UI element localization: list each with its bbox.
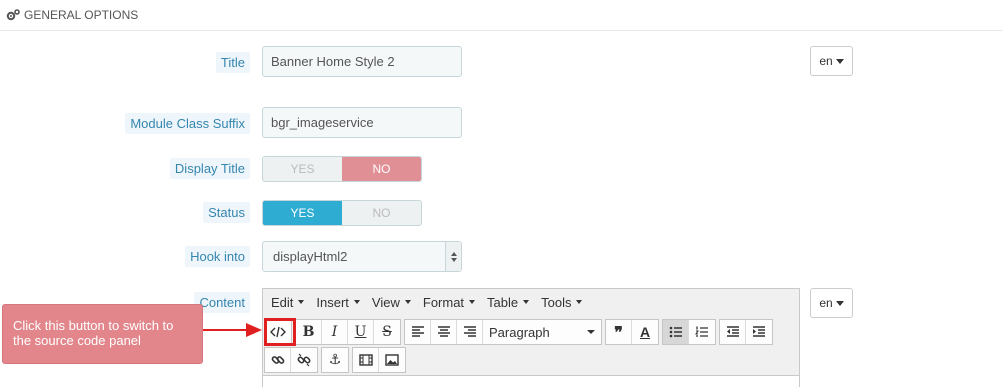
status-label: Status bbox=[203, 202, 250, 223]
unlink-icon bbox=[297, 353, 311, 367]
align-right-button[interactable] bbox=[457, 320, 483, 344]
anchor-button[interactable]: ⚓ bbox=[322, 348, 348, 372]
text-color-icon: A bbox=[639, 324, 651, 340]
bold-icon: B bbox=[302, 324, 315, 340]
caret-down-icon bbox=[587, 330, 595, 334]
film-icon bbox=[358, 354, 373, 366]
menu-tools[interactable]: Tools bbox=[535, 295, 588, 310]
format-select-value: Paragraph bbox=[489, 324, 550, 340]
select-arrows-icon bbox=[445, 242, 461, 271]
source-code-icon bbox=[270, 326, 286, 338]
cogs-icon bbox=[6, 9, 20, 21]
strikethrough-icon: S bbox=[382, 324, 392, 340]
caret-down-icon bbox=[404, 300, 411, 304]
display-title-yes[interactable]: YES bbox=[263, 157, 342, 181]
align-right-icon bbox=[463, 326, 476, 337]
menu-edit[interactable]: Edit bbox=[265, 295, 310, 310]
menu-format[interactable]: Format bbox=[417, 295, 481, 310]
display-title-label: Display Title bbox=[169, 158, 250, 179]
menu-table[interactable]: Table bbox=[481, 295, 535, 310]
underline-button[interactable]: U bbox=[348, 320, 374, 344]
insert-link-button[interactable] bbox=[265, 348, 291, 372]
blockquote-icon: ❞ bbox=[614, 322, 623, 342]
align-center-icon bbox=[437, 326, 450, 337]
suffix-input[interactable]: bgr_imageservice bbox=[262, 107, 462, 138]
editor-toolbar-row-1: B I U S Paragraph ❞ A bbox=[263, 319, 776, 345]
display-title-no[interactable]: NO bbox=[342, 157, 421, 181]
insert-image-button[interactable] bbox=[379, 348, 405, 372]
caret-down-icon bbox=[523, 300, 530, 304]
arrow-right-icon bbox=[246, 323, 262, 337]
italic-icon: I bbox=[331, 324, 338, 340]
caret-down-icon bbox=[835, 300, 844, 306]
align-left-button[interactable] bbox=[405, 320, 431, 344]
unlink-button[interactable] bbox=[291, 348, 317, 372]
annotation-arrow bbox=[203, 329, 249, 331]
caret-down-icon bbox=[576, 300, 583, 304]
menu-insert[interactable]: Insert bbox=[310, 295, 366, 310]
annotation-callout: Click this button to switch to the sourc… bbox=[2, 304, 203, 364]
insert-video-button[interactable] bbox=[353, 348, 379, 372]
content-language-button[interactable]: en bbox=[810, 288, 853, 318]
indent-icon bbox=[753, 326, 765, 337]
title-input[interactable]: Banner Home Style 2 bbox=[262, 46, 462, 77]
numbered-list-icon bbox=[695, 326, 708, 337]
status-switch[interactable]: YES NO bbox=[262, 200, 422, 226]
text-color-button[interactable]: A bbox=[632, 320, 658, 344]
caret-down-icon bbox=[298, 300, 305, 304]
underline-icon: U bbox=[354, 324, 367, 340]
outdent-button[interactable] bbox=[720, 320, 746, 344]
numbered-list-button[interactable] bbox=[689, 320, 715, 344]
anchor-icon: ⚓ bbox=[328, 352, 342, 368]
align-center-button[interactable] bbox=[431, 320, 457, 344]
title-label: Title bbox=[215, 52, 250, 73]
editor-content-area[interactable] bbox=[263, 375, 799, 387]
italic-button[interactable]: I bbox=[322, 320, 348, 344]
align-left-icon bbox=[411, 326, 424, 337]
hook-select[interactable]: displayHtml2 bbox=[262, 241, 462, 272]
content-language-value: en bbox=[819, 296, 833, 310]
hook-select-value: displayHtml2 bbox=[273, 249, 348, 264]
bullet-list-icon bbox=[669, 326, 682, 338]
hook-label: Hook into bbox=[185, 246, 250, 267]
menu-view[interactable]: View bbox=[366, 295, 417, 310]
bullet-list-button[interactable] bbox=[663, 320, 689, 344]
image-icon bbox=[385, 354, 399, 366]
format-select[interactable]: Paragraph bbox=[483, 320, 601, 344]
link-icon bbox=[271, 356, 284, 364]
editor-toolbar-row-2: ⚓ bbox=[263, 347, 409, 373]
rich-text-editor: Edit Insert View Format Table Tools B I … bbox=[262, 288, 800, 387]
panel-title: GENERAL OPTIONS bbox=[24, 8, 139, 22]
display-title-switch[interactable]: YES NO bbox=[262, 156, 422, 182]
caret-down-icon bbox=[469, 300, 476, 304]
title-language-value: en bbox=[819, 54, 833, 68]
outdent-icon bbox=[726, 326, 739, 337]
status-no[interactable]: NO bbox=[342, 201, 421, 225]
status-yes[interactable]: YES bbox=[263, 201, 342, 225]
strikethrough-button[interactable]: S bbox=[374, 320, 400, 344]
panel-header: GENERAL OPTIONS bbox=[0, 0, 1002, 31]
source-code-button[interactable] bbox=[265, 320, 291, 344]
caret-down-icon bbox=[353, 300, 360, 304]
indent-button[interactable] bbox=[746, 320, 772, 344]
bold-button[interactable]: B bbox=[296, 320, 322, 344]
title-language-button[interactable]: en bbox=[810, 46, 853, 76]
editor-menubar: Edit Insert View Format Table Tools bbox=[263, 289, 799, 315]
suffix-label: Module Class Suffix bbox=[125, 113, 250, 134]
blockquote-button[interactable]: ❞ bbox=[606, 320, 632, 344]
caret-down-icon bbox=[835, 58, 844, 64]
